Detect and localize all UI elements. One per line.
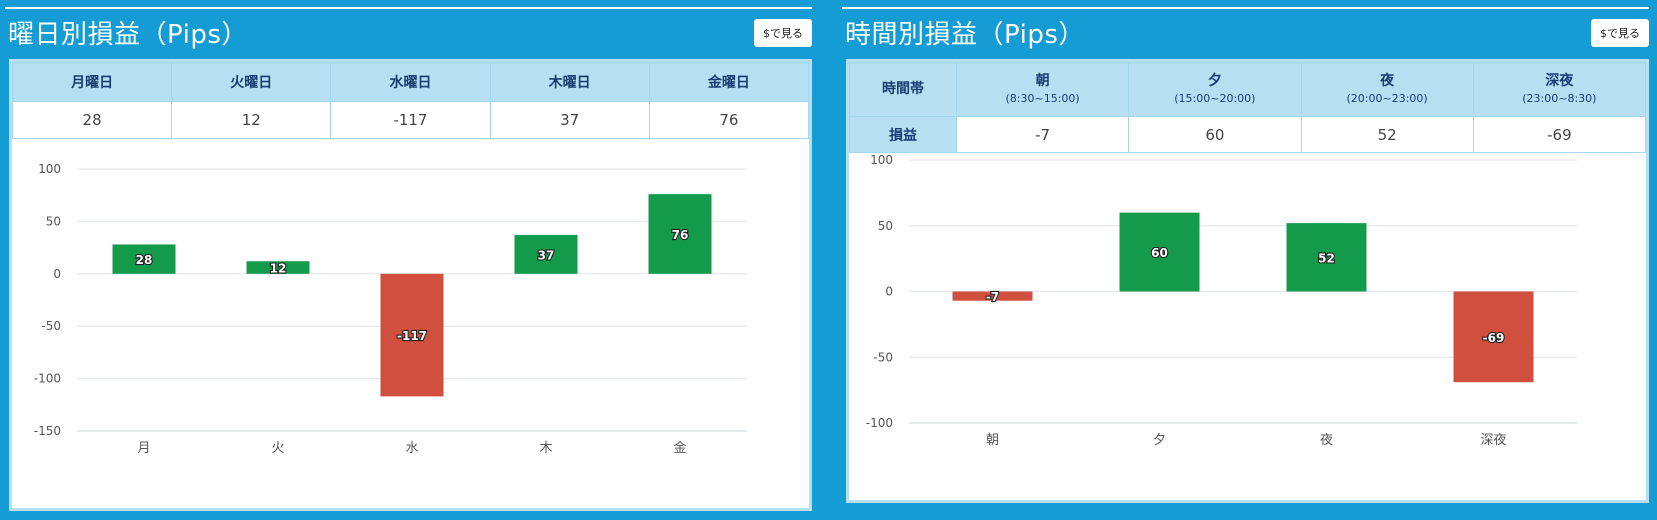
- bar-value-label: 12: [270, 262, 287, 276]
- y-tick-label: 50: [46, 214, 61, 228]
- bar-value-label: 37: [538, 248, 555, 262]
- x-tick-label: 金: [673, 440, 686, 456]
- bar-value-label: -117: [397, 329, 427, 343]
- value-morning: -7: [955, 116, 1130, 153]
- panel-title: 時間別損益（Pips）: [845, 20, 1085, 50]
- header-tuesday: 火曜日: [171, 62, 332, 102]
- weekday-card: 月曜日 火曜日 水曜日 木曜日 金曜日 28 12 -117 37 76 100…: [9, 59, 812, 511]
- y-tick-label: 100: [38, 162, 61, 176]
- header-late-night: 深夜 (23:00~8:30): [1472, 62, 1647, 117]
- slot-name: 深夜: [1545, 72, 1574, 89]
- weekday-pl-panel: 曜日別損益（Pips） $で見る 月曜日 火曜日 水曜日 木曜日 金曜日 28 …: [0, 0, 820, 520]
- y-tick-label: -100: [34, 372, 61, 386]
- panel-title: 曜日別損益（Pips）: [8, 20, 248, 50]
- value-late-night: -69: [1472, 116, 1647, 153]
- timeslot-header-row: 時間帯 朝 (8:30~15:00) 夕 (15:00~20:00) 夜 (20:00…: [849, 62, 1647, 117]
- value-night: 52: [1300, 116, 1474, 153]
- timeslot-bar-chart: 100 50 0 -50 -100 -7 朝 60 夕 52 夜 -69 深夜: [866, 153, 1577, 448]
- x-tick-label: 火: [271, 441, 284, 456]
- header-monday: 月曜日: [11, 62, 173, 102]
- show-in-dollars-button[interactable]: $で見る: [1591, 19, 1649, 47]
- slot-range: (8:30~15:00): [1005, 91, 1080, 105]
- slot-name: 朝: [1035, 72, 1050, 89]
- value-evening: 60: [1128, 116, 1302, 153]
- weekday-table: 月曜日 火曜日 水曜日 木曜日 金曜日 28 12 -117 37 76: [11, 62, 810, 139]
- y-tick-label: -50: [41, 319, 61, 333]
- bar-value-label: -69: [1483, 331, 1505, 345]
- header-evening: 夕 (15:00~20:00): [1128, 62, 1302, 117]
- y-tick-label: 50: [878, 219, 893, 233]
- bar-value-label: 76: [672, 228, 689, 242]
- slot-range: (20:00~23:00): [1346, 91, 1428, 105]
- bar-value-label: 28: [136, 253, 153, 267]
- timeslot-pl-panel: 時間別損益（Pips） $で見る 時間帯 朝 (8:30~15:00) 夕 (15:…: [837, 0, 1657, 520]
- y-tick-label: 100: [870, 153, 893, 167]
- bar-value-label: -7: [986, 290, 999, 304]
- header-night: 夜 (20:00~23:00): [1300, 62, 1474, 117]
- weekday-header-row: 月曜日 火曜日 水曜日 木曜日 金曜日: [11, 62, 810, 102]
- x-tick-label: 夜: [1320, 433, 1333, 448]
- bar-value-label: 60: [1151, 246, 1168, 260]
- row-label-pl: 損益: [849, 116, 957, 153]
- x-tick-label: 水: [405, 441, 418, 456]
- x-tick-label: 月: [137, 441, 150, 456]
- x-tick-label: 朝: [986, 433, 999, 448]
- header-thursday: 木曜日: [489, 62, 650, 102]
- x-tick-label: 深夜: [1480, 433, 1506, 448]
- y-tick-label: 0: [53, 267, 61, 281]
- bar-value-label: 52: [1318, 251, 1335, 265]
- panel-top-line: [842, 7, 1649, 9]
- header-morning: 朝 (8:30~15:00): [955, 62, 1130, 117]
- timeslot-value-row: 損益 -7 60 52 -69: [849, 116, 1647, 153]
- slot-range: (15:00~20:00): [1174, 91, 1256, 105]
- header-timeslot: 時間帯: [849, 62, 957, 117]
- header-friday: 金曜日: [648, 62, 810, 102]
- panel-top-line: [5, 7, 812, 9]
- slot-name: 夕: [1207, 72, 1222, 89]
- y-tick-label: -150: [34, 424, 61, 438]
- x-tick-label: 夕: [1153, 433, 1166, 448]
- x-tick-label: 木: [539, 441, 552, 456]
- header-wednesday: 水曜日: [330, 62, 491, 102]
- show-in-dollars-button[interactable]: $で見る: [754, 19, 812, 47]
- timeslot-card: 時間帯 朝 (8:30~15:00) 夕 (15:00~20:00) 夜 (20:00…: [846, 59, 1649, 503]
- y-tick-label: -100: [866, 416, 893, 430]
- slot-range: (23:00~8:30): [1522, 91, 1597, 105]
- slot-name: 夜: [1380, 72, 1395, 89]
- y-tick-label: 0: [885, 285, 893, 299]
- y-tick-label: -50: [873, 350, 893, 364]
- timeslot-table: 時間帯 朝 (8:30~15:00) 夕 (15:00~20:00) 夜 (20:00…: [849, 62, 1647, 153]
- weekday-bar-chart: 100 50 0 -50 -100 -150 28 月 12 火 -117 水 37 木 76 金: [34, 162, 747, 456]
